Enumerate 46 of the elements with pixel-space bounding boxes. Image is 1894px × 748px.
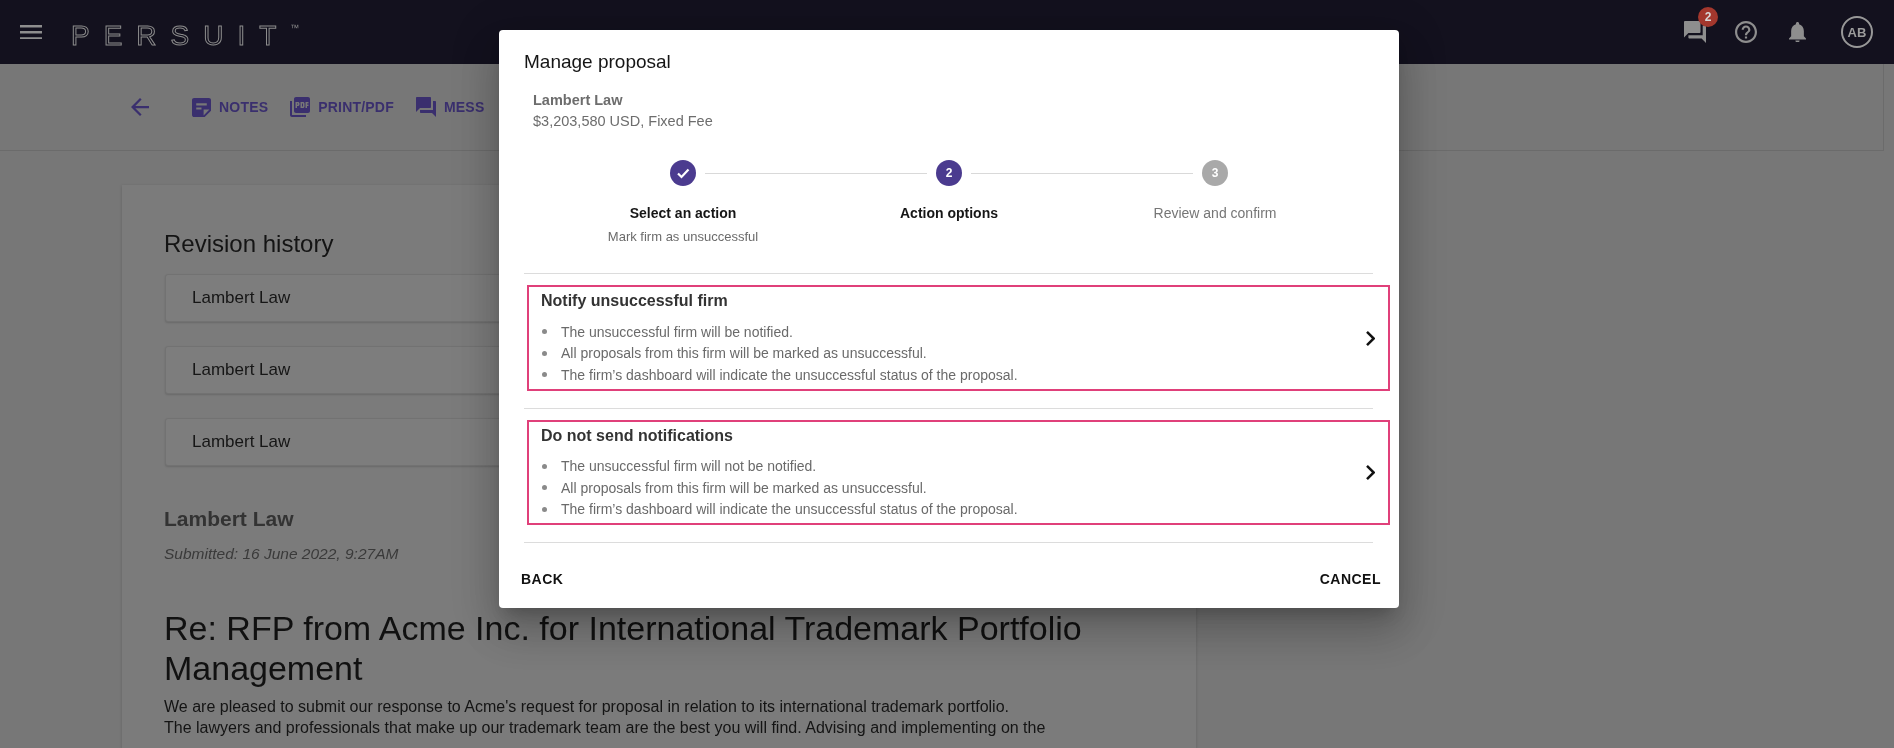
option-title: Notify unsuccessful firm [541, 291, 728, 311]
firm-name: Lambert Law [164, 506, 294, 532]
bullet-icon [542, 350, 547, 356]
option-point: The unsuccessful firm will not be notified. [561, 458, 817, 475]
step-caption: Mark firm as unsuccessful [607, 228, 759, 245]
bullet-icon [542, 485, 547, 491]
bell-icon[interactable] [1789, 21, 1806, 43]
option-point: The unsuccessful firm will be notified. [561, 323, 793, 340]
step-label: Select an action [629, 204, 737, 222]
proposal-title: Re: RFP from Acme Inc. for International Trademark Portfolio Management [164, 608, 1083, 688]
bullet-icon [542, 463, 547, 469]
option-point: The firm’s dashboard will indicate the unsuccessful status of the proposal. [561, 501, 1018, 518]
proposal-price: $3,203,580 USD, Fixed Fee [533, 112, 713, 131]
dialog-title: Manage proposal [524, 50, 671, 74]
option-title: Do not send notifications [541, 425, 733, 446]
logo[interactable]: PERSUIT$^{™}$ [71, 12, 300, 52]
option-point: All proposals from this firm will be marked as unsuccessful. [561, 345, 927, 362]
submitted-date: Submitted: 16 June 2022, 9:27AM [164, 544, 399, 564]
chat-icon[interactable] [1684, 21, 1706, 43]
option-point: All proposals from this firm will be marked as unsuccessful. [561, 479, 927, 496]
body-paragraph: The lawyers and professionals that make up our trademark team are the best you will find. Advising and implementing on the [164, 718, 1046, 738]
avatar[interactable]: AB [1841, 16, 1873, 48]
bullet-icon [542, 372, 547, 378]
chevron-right-icon [1365, 465, 1375, 481]
step-number: 2 [936, 160, 962, 186]
action-option[interactable] [527, 419, 1390, 525]
chevron-right-icon [1365, 330, 1375, 346]
notification-badge: 2 [1698, 7, 1718, 27]
section-title: Revision history [164, 229, 334, 259]
menu-icon[interactable] [20, 24, 42, 40]
back-button[interactable]: BACK [513, 561, 572, 597]
chat-icon [415, 97, 436, 117]
note-icon [192, 97, 211, 117]
firm-name: Lambert Law [533, 91, 623, 110]
bullet-icon [542, 329, 547, 335]
back-arrow-icon[interactable] [131, 98, 149, 116]
step-label: Review and confirm [1153, 204, 1277, 222]
step-number: 3 [1202, 160, 1228, 186]
help-icon[interactable] [1735, 21, 1757, 43]
cancel-button[interactable]: CANCEL [1311, 561, 1389, 597]
step-label: Action options [900, 204, 998, 222]
body-paragraph: We are pleased to submit our response to Acme's request for proposal in relation to its international trademark portfolio. [164, 697, 1009, 717]
action-option[interactable] [527, 285, 1390, 391]
option-point: The firm’s dashboard will indicate the unsuccessful status of the proposal. [561, 366, 1018, 383]
bullet-icon [542, 506, 547, 512]
pdf-icon [290, 97, 311, 117]
